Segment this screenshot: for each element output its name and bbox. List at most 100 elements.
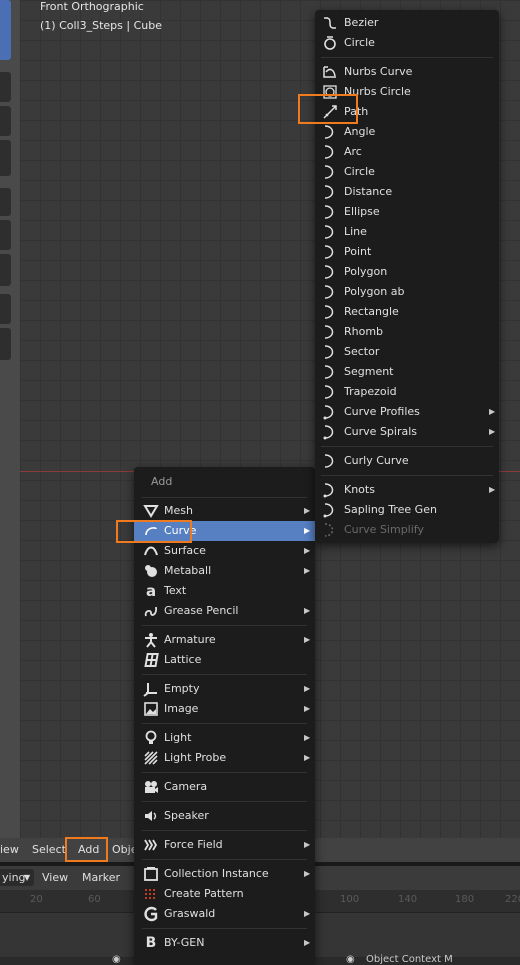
curve-item-circle[interactable]: Circle [315,33,499,53]
curve-item-curve-profiles[interactable]: Curve Profiles ▶ [315,402,499,422]
curve-item-rhomb[interactable]: Rhomb [315,322,499,342]
menu-separator [142,723,307,724]
tool-transform[interactable] [0,220,11,250]
status-text: Object Context M [366,954,453,965]
menu-separator [321,57,493,58]
curve-item-knots[interactable]: Knots ▶ [315,480,499,500]
tool-rotate[interactable] [0,140,11,176]
ruler-tick: 20 [30,894,43,905]
curve-icon [324,345,334,359]
tool-move[interactable] [0,106,11,136]
menu-item-label: Bezier [344,16,379,29]
menu-item-armature[interactable]: Armature ▶ [134,630,315,650]
pattern-icon [145,889,157,899]
menu-item-lattice[interactable]: Lattice [134,650,315,670]
menu-item-label: Polygon [344,265,388,278]
menu-item-light[interactable]: Light ▶ [134,728,315,748]
nurbs-curve-icon [323,66,336,78]
menu-item-metaball[interactable]: Metaball ▶ [134,561,315,581]
menu-item-label: Curve Spirals [344,425,418,438]
curve-item-nurbs-curve[interactable]: Nurbs Curve [315,62,499,82]
menu-separator [142,859,307,860]
submenu-arrow-icon: ▶ [304,546,311,555]
curve-item-point[interactable]: Point [315,242,499,262]
select-menu[interactable]: Select [32,843,66,856]
menu-item-graswald[interactable]: Graswald ▶ [134,904,315,924]
submenu-arrow-icon: ▶ [304,753,311,762]
menu-item-label: Empty [164,682,200,695]
playback-dropdown[interactable]: ying ▼ [0,869,34,886]
submenu-arrow-icon: ▶ [304,635,311,644]
tool-annotate[interactable] [0,254,11,286]
playback-label: ying [2,871,26,884]
curve-item-rectangle[interactable]: Rectangle [315,302,499,322]
tool-select[interactable] [0,0,11,60]
curve-item-bezier[interactable]: Bezier [315,13,499,33]
submenu-arrow-icon: ▶ [304,704,311,713]
curve-icon [324,165,334,179]
curve-item-polygon[interactable]: Polygon [315,262,499,282]
menu-item-collection-instance[interactable]: Collection Instance ▶ [134,864,315,884]
add-menu-title: Add [151,475,173,488]
curve-item-distance[interactable]: Distance [315,182,499,202]
menu-item-image[interactable]: Image ▶ [134,699,315,719]
menu-item-label: Metaball [164,564,212,577]
menu-item-surface[interactable]: Surface ▶ [134,541,315,561]
tool-add-cube[interactable] [0,328,11,360]
curve-item-sector[interactable]: Sector [315,342,499,362]
menu-item-create-pattern[interactable]: Create Pattern [134,884,315,904]
submenu-arrow-icon: ▶ [304,840,311,849]
menu-separator [321,446,493,447]
view-menu[interactable]: iew [0,843,19,856]
curve-item-circle-2[interactable]: Circle [315,162,499,182]
submenu-arrow-icon: ▶ [489,485,496,494]
curve-item-curve-spirals[interactable]: Curve Spirals ▶ [315,422,499,442]
menu-separator [142,801,307,802]
ruler-tick: 60 [88,894,101,905]
curve-item-line[interactable]: Line [315,222,499,242]
menu-item-mesh[interactable]: Mesh ▶ [134,501,315,521]
curve-item-arc[interactable]: Arc [315,142,499,162]
menu-item-label: Force Field [164,838,223,851]
light-probe-icon [144,751,158,765]
menu-item-light-probe[interactable]: Light Probe ▶ [134,748,315,768]
curve-item-segment[interactable]: Segment [315,362,499,382]
context-mouse-icon: ◉ [346,954,355,965]
chevron-down-icon: ▼ [24,873,31,882]
menu-item-by-gen[interactable]: B BY-GEN ▶ [134,933,315,953]
tool-cursor[interactable] [0,72,11,102]
tool-scale[interactable] [0,188,11,216]
curve-icon [324,325,334,339]
empty-icon [143,683,157,697]
curve-item-trapezoid[interactable]: Trapezoid [315,382,499,402]
object-info: (1) Coll3_Steps | Cube [40,19,162,32]
marker-menu[interactable]: Marker [82,871,120,884]
curve-item-polygon-ab[interactable]: Polygon ab [315,282,499,302]
menu-item-label: Rectangle [344,305,399,318]
menu-item-label: Curly Curve [344,454,409,467]
curve-item-angle[interactable]: Angle [315,122,499,142]
camera-icon [145,781,158,793]
curve-item-ellipse[interactable]: Ellipse [315,202,499,222]
menu-item-camera[interactable]: Camera [134,777,315,797]
force-field-icon [144,839,158,851]
timeline-view-menu[interactable]: View [42,871,68,884]
submenu-arrow-icon: ▶ [304,506,311,515]
menu-item-force-field[interactable]: Force Field ▶ [134,835,315,855]
curve-icon [324,125,334,139]
tool-measure[interactable] [0,294,11,324]
menu-item-text[interactable]: a Text [134,581,315,601]
curve-icon [323,425,334,440]
menu-item-label: BY-GEN [164,936,205,949]
speaker-icon [145,811,157,821]
submenu-arrow-icon: ▶ [304,869,311,878]
menu-item-grease-pencil[interactable]: Grease Pencil ▶ [134,601,315,621]
curve-item-curly-curve[interactable]: Curly Curve [315,451,499,471]
submenu-arrow-icon: ▶ [489,407,496,416]
curve-item-sapling-tree-gen[interactable]: Sapling Tree Gen [315,500,499,520]
menu-item-empty[interactable]: Empty ▶ [134,679,315,699]
menu-item-label: Curve Profiles [344,405,420,418]
menu-separator [321,475,493,476]
menu-item-speaker[interactable]: Speaker [134,806,315,826]
menu-separator [142,830,307,831]
